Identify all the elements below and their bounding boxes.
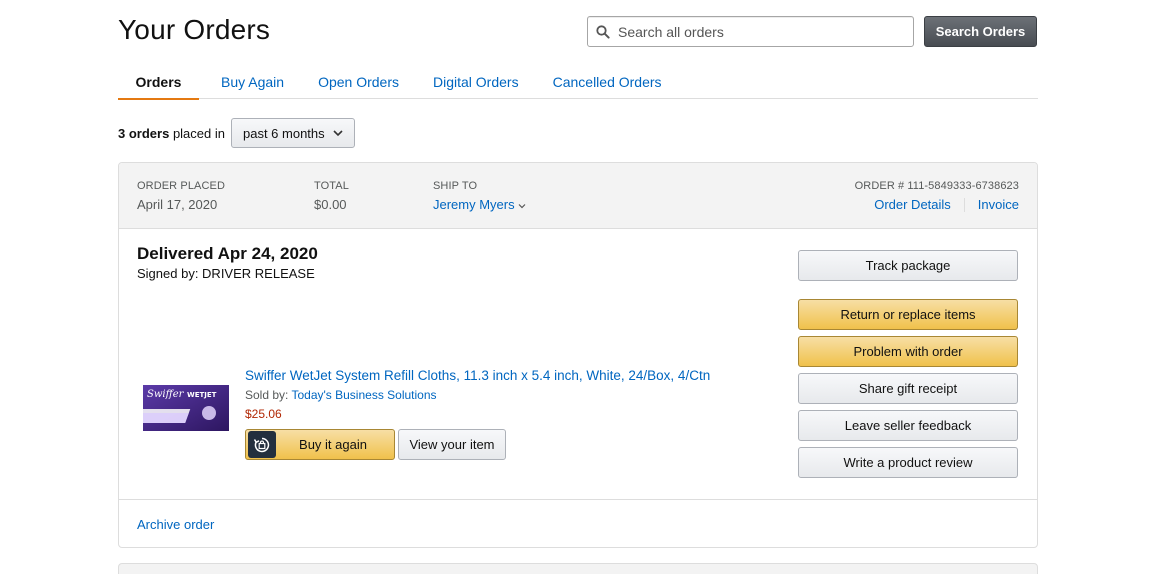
order-links: Order Details Invoice bbox=[855, 197, 1019, 212]
delivery-status: Delivered Apr 24, 2020 bbox=[137, 244, 318, 263]
order-number: ORDER # 111-5849333-6738623 bbox=[854, 180, 1019, 192]
product-image[interactable]: Swiffer WETJET bbox=[135, 385, 229, 434]
search-box[interactable] bbox=[587, 16, 914, 47]
item-title-link[interactable]: Swiffer WetJet System Refill Cloths, 11.… bbox=[245, 368, 710, 383]
ship-to-name: Jeremy Myers bbox=[433, 197, 515, 212]
view-your-item-button[interactable]: View your item bbox=[398, 429, 506, 460]
tab-buy-again[interactable]: Buy Again bbox=[221, 66, 284, 99]
track-package-button[interactable]: Track package bbox=[798, 250, 1018, 281]
sold-by: Sold by: Today's Business Solutions bbox=[245, 388, 437, 402]
order-number-block: ORDER # 111-5849333-6738623 Order Detail… bbox=[855, 180, 1019, 212]
write-review-button[interactable]: Write a product review bbox=[798, 447, 1018, 478]
problem-with-order-button[interactable]: Problem with order bbox=[798, 336, 1018, 367]
share-gift-receipt-button[interactable]: Share gift receipt bbox=[798, 373, 1018, 404]
order-details-link[interactable]: Order Details bbox=[874, 197, 951, 212]
ship-to-name-link[interactable]: Jeremy Myers bbox=[433, 197, 526, 212]
orders-summary: 3 orders placed in past 6 months bbox=[118, 118, 355, 148]
ship-to: SHIP TO Jeremy Myers bbox=[433, 180, 526, 212]
orders-count: 3 orders bbox=[118, 125, 170, 141]
search-icon bbox=[588, 24, 618, 39]
orders-count-text: 3 orders placed in bbox=[118, 126, 225, 141]
tab-open-orders[interactable]: Open Orders bbox=[318, 66, 399, 99]
buy-it-again-label: Buy it again bbox=[299, 437, 367, 452]
thumb-brand: Swiffer bbox=[147, 389, 185, 400]
buy-it-again-button[interactable]: Buy it again bbox=[245, 429, 395, 460]
order-tabs: Orders Buy Again Open Orders Digital Ord… bbox=[118, 66, 1038, 100]
order-total: TOTAL $0.00 bbox=[314, 180, 349, 212]
seller-link[interactable]: Today's Business Solutions bbox=[291, 388, 436, 402]
ship-to-label: SHIP TO bbox=[433, 180, 478, 192]
archive-order-link[interactable]: Archive order bbox=[137, 517, 214, 532]
tab-orders[interactable]: Orders bbox=[118, 66, 199, 100]
order-placed-date: April 17, 2020 bbox=[137, 197, 218, 212]
chevron-down-icon bbox=[518, 197, 526, 212]
placed-in-label: placed in bbox=[172, 125, 225, 141]
search-input[interactable] bbox=[618, 23, 898, 40]
return-replace-button[interactable]: Return or replace items bbox=[798, 299, 1018, 330]
tab-cancelled-orders[interactable]: Cancelled Orders bbox=[553, 66, 662, 99]
signed-by: Signed by: DRIVER RELEASE bbox=[137, 266, 315, 281]
order-total-value: $0.00 bbox=[314, 197, 347, 212]
order-placed: ORDER PLACED April 17, 2020 bbox=[137, 180, 225, 212]
time-period-dropdown[interactable]: past 6 months bbox=[230, 118, 355, 148]
sold-by-label: Sold by: bbox=[245, 388, 289, 402]
leave-seller-feedback-button[interactable]: Leave seller feedback bbox=[798, 410, 1018, 441]
tab-digital-orders[interactable]: Digital Orders bbox=[433, 66, 519, 99]
order-header: ORDER PLACED April 17, 2020 TOTAL $0.00 … bbox=[119, 163, 1037, 229]
chevron-down-icon bbox=[333, 129, 343, 137]
order-placed-label: ORDER PLACED bbox=[137, 180, 225, 192]
next-order-card bbox=[118, 563, 1038, 574]
buy-again-icon bbox=[248, 431, 276, 458]
order-total-label: TOTAL bbox=[314, 180, 349, 192]
thumb-product: WETJET bbox=[187, 391, 217, 399]
time-period-value: past 6 months bbox=[242, 125, 325, 141]
invoice-link[interactable]: Invoice bbox=[978, 197, 1019, 212]
item-price: $25.06 bbox=[245, 407, 282, 421]
search-orders-button[interactable]: Search Orders bbox=[924, 16, 1037, 47]
link-divider bbox=[963, 197, 965, 212]
order-footer: Archive order bbox=[119, 500, 1037, 547]
page-title: Your Orders bbox=[118, 14, 271, 45]
